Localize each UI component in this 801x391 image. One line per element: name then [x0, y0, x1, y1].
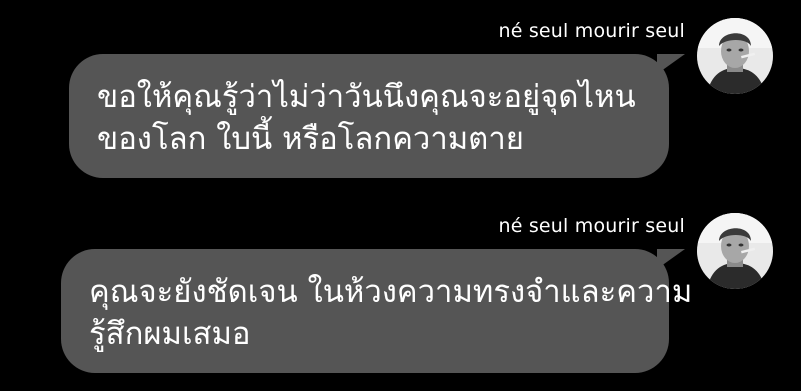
profile-photo-icon	[697, 213, 773, 289]
message-text-line: คุณจะยังชัดเจน ในห้วงความทรงจำและความ	[89, 274, 693, 310]
avatar[interactable]	[697, 213, 773, 289]
sender-name: né seul mourir seul	[498, 20, 685, 42]
chat-message: né seul mourir seul คุณจะยังชัดเจน ในห้ว…	[0, 195, 801, 391]
profile-photo-icon	[697, 18, 773, 94]
message-bubble[interactable]: คุณจะยังชัดเจน ในห้วงความทรงจำและความ รู…	[61, 249, 693, 373]
message-text-line: รู้สึกผมเสมอ	[89, 316, 251, 352]
message-text-line: ขอให้คุณรู้ว่าไม่ว่าวันนึงคุณจะอยู่จุดไห…	[97, 79, 636, 115]
message-bubble[interactable]: ขอให้คุณรู้ว่าไม่ว่าวันนึงคุณจะอยู่จุดไห…	[69, 54, 685, 178]
message-text-line: ของโลก ใบนี้ หรือโลกความตาย	[97, 121, 524, 157]
sender-name: né seul mourir seul	[498, 215, 685, 237]
chat-message: né seul mourir seul ขอให้คุณรู้ว่าไม่ว่า…	[0, 0, 801, 195]
avatar[interactable]	[697, 18, 773, 94]
